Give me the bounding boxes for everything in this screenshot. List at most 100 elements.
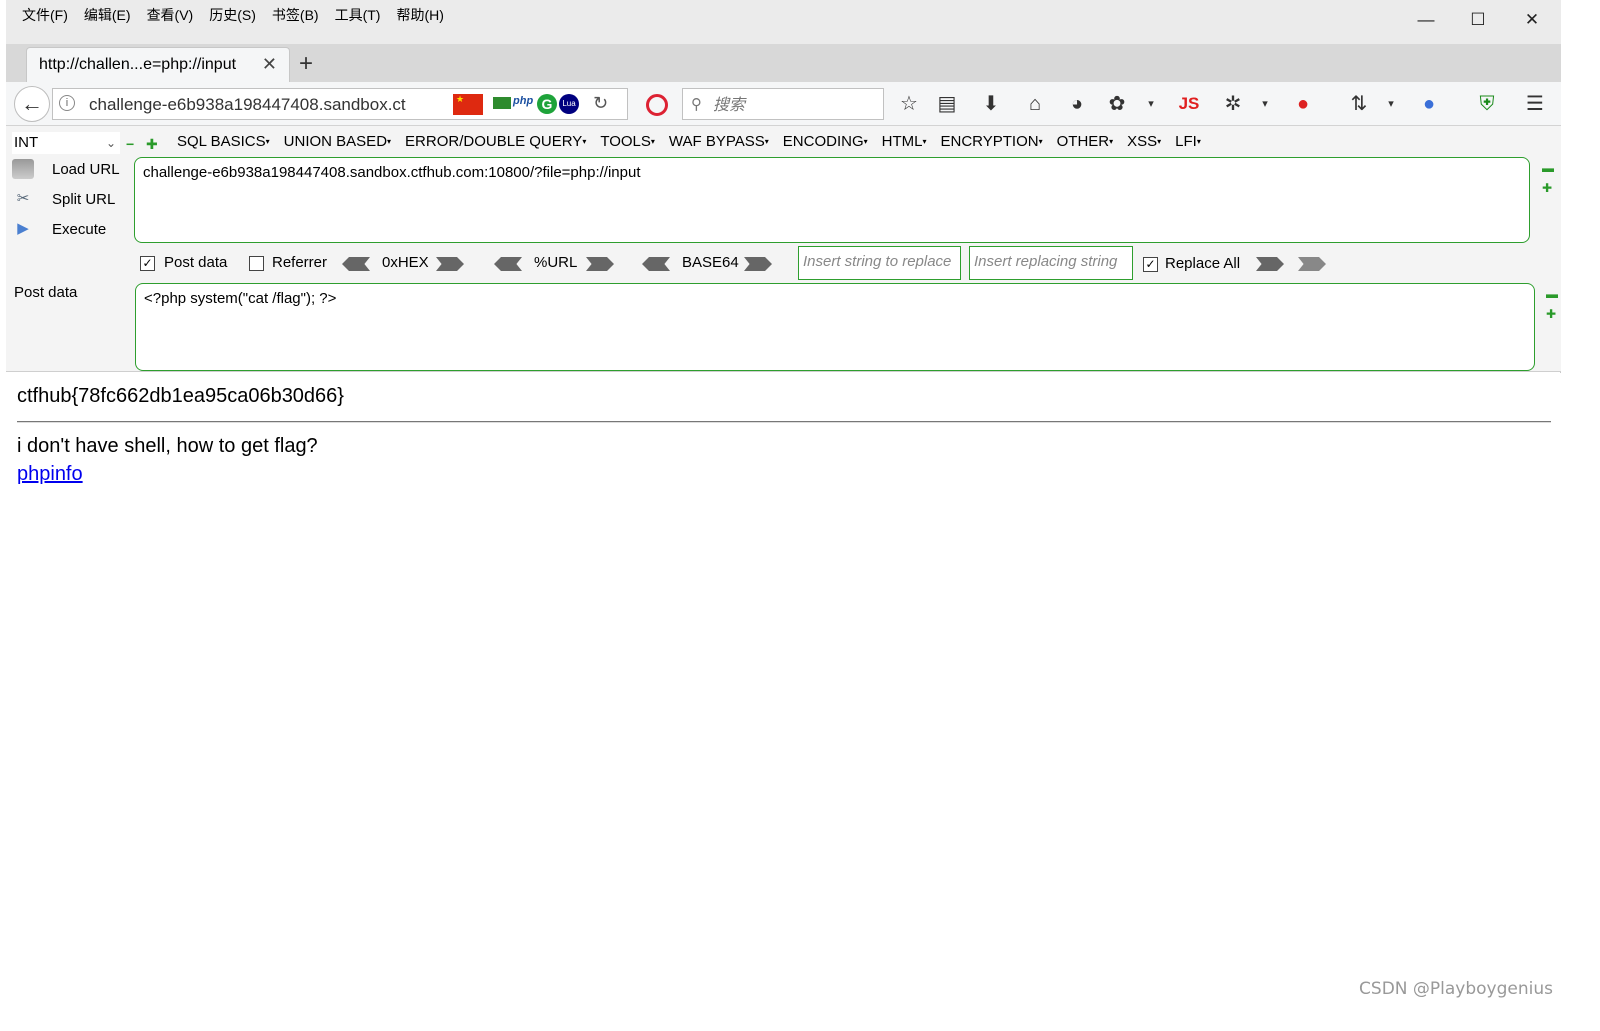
back-arrow-icon: ←	[21, 91, 43, 116]
menu-error-double-query[interactable]: ERROR/DOUBLE QUERY	[398, 132, 593, 152]
replace-all-label: Replace All	[1165, 255, 1241, 272]
dropdown-icon[interactable]: ▾	[1138, 92, 1164, 116]
watermark: CSDN @Playboygenius	[1359, 979, 1553, 999]
menu-history[interactable]: 历史(S)	[201, 6, 264, 24]
load-url-button[interactable]: Load URL	[12, 159, 120, 179]
browser-window: 文件(F) 编辑(E) 查看(V) 历史(S) 书签(B) 工具(T) 帮助(H…	[6, 0, 1561, 1007]
red-globe-icon[interactable]: ●	[1290, 92, 1316, 116]
menu-bookmarks[interactable]: 书签(B)	[264, 6, 327, 24]
home-icon[interactable]: ⌂	[1022, 92, 1048, 116]
url-text[interactable]: challenge-e6b938a198447408.sandbox.ct	[89, 95, 429, 115]
bookmark-star-icon[interactable]: ☆	[896, 92, 922, 116]
tab-close-icon[interactable]: ✕	[262, 54, 277, 75]
globe-icon[interactable]: ◕	[1064, 92, 1090, 116]
post-data-textarea[interactable]: <?php system("cat /flag"); ?>	[135, 283, 1535, 371]
php-icon: php	[513, 95, 534, 107]
reading-list-icon[interactable]: ▤	[934, 92, 960, 116]
post-plus-icon[interactable]: ✚	[1546, 304, 1556, 324]
divider	[17, 421, 1551, 423]
menu-view[interactable]: 查看(V)	[139, 6, 202, 24]
plus-icon[interactable]: ✚	[146, 136, 158, 153]
lua-icon[interactable]: Lua	[559, 94, 579, 114]
page-content: ctfhub{78fc662db1ea95ca06b30d66} i don't…	[6, 373, 1561, 1007]
menu-other[interactable]: OTHER	[1050, 132, 1121, 152]
split-url-label: Split URL	[52, 190, 116, 208]
menu-file[interactable]: 文件(F)	[14, 6, 76, 24]
dropdown-icon[interactable]: ▾	[1252, 92, 1278, 116]
replacing-string-input[interactable]: Insert replacing string	[969, 246, 1133, 280]
replace-next-arrow-icon[interactable]	[1298, 257, 1326, 271]
menu-xss[interactable]: XSS	[1120, 132, 1168, 152]
base64-encode-arrow-icon[interactable]	[744, 257, 772, 271]
post-minus-icon[interactable]: ▬	[1546, 284, 1558, 304]
china-flag-icon: ★	[453, 94, 483, 115]
menu-waf-bypass[interactable]: WAF BYPASS	[662, 132, 776, 152]
new-tab-button[interactable]: +	[294, 50, 318, 78]
url-bar[interactable]: i challenge-e6b938a198447408.sandbox.ct …	[52, 88, 628, 120]
title-bar: 文件(F) 编辑(E) 查看(V) 历史(S) 书签(B) 工具(T) 帮助(H…	[6, 0, 1561, 44]
minus-icon[interactable]: −	[126, 136, 134, 152]
base64-decode-arrow-icon[interactable]	[642, 257, 670, 271]
dropdown-icon[interactable]: ▾	[1378, 92, 1404, 116]
noscript-icon[interactable]	[646, 94, 668, 116]
replace-arrow-icon[interactable]	[1256, 257, 1284, 271]
minimize-button[interactable]: —	[1416, 9, 1436, 31]
menu-encoding[interactable]: ENCODING	[776, 132, 875, 152]
phpinfo-link[interactable]: phpinfo	[17, 463, 83, 486]
translate-icon[interactable]: ●	[1416, 92, 1442, 116]
base64-label: BASE64	[682, 254, 739, 271]
sync-icon[interactable]: ⇅	[1346, 92, 1372, 116]
menu-encryption[interactable]: ENCRYPTION	[934, 132, 1050, 152]
php-box-icon	[493, 97, 511, 109]
execute-button[interactable]: ▶ Execute	[12, 219, 106, 239]
menu-help[interactable]: 帮助(H)	[388, 6, 451, 24]
shield-icon[interactable]: ⛨	[1474, 92, 1500, 116]
tab-active[interactable]: http://challen...e=php://input ✕	[26, 47, 290, 82]
chevron-down-icon: ⌄	[105, 136, 116, 150]
menu-edit[interactable]: 编辑(E)	[76, 6, 139, 24]
g-extension-icon[interactable]: G	[537, 94, 557, 114]
info-icon[interactable]: i	[59, 95, 75, 111]
js-switch-icon[interactable]: JS	[1176, 92, 1202, 116]
load-url-label: Load URL	[52, 160, 120, 178]
referrer-label: Referrer	[272, 254, 328, 271]
hamburger-menu-icon[interactable]: ☰	[1522, 92, 1548, 116]
type-select[interactable]: INT ⌄	[12, 132, 120, 154]
hackbar-panel: INT ⌄ − ✚ SQL BASICS UNION BASED ERROR/D…	[6, 126, 1561, 372]
url-textarea[interactable]: challenge-e6b938a198447408.sandbox.ctfhu…	[134, 157, 1530, 243]
url-encode-arrow-icon[interactable]	[586, 257, 614, 271]
back-button[interactable]: ←	[14, 86, 50, 122]
url-plus-icon[interactable]: ✚	[1542, 178, 1552, 198]
search-icon: ⚲	[691, 96, 702, 113]
reload-icon[interactable]: ↻	[593, 93, 608, 114]
menu-tools-hb[interactable]: TOOLS	[593, 132, 662, 152]
hex-decode-arrow-icon[interactable]	[342, 257, 370, 271]
post-data-checkbox[interactable]: ✓	[140, 256, 155, 271]
palette-icon[interactable]: ✿	[1104, 92, 1130, 116]
url-decode-arrow-icon[interactable]	[494, 257, 522, 271]
replace-string-input[interactable]: Insert string to replace	[798, 246, 961, 280]
navigation-bar: ← i challenge-e6b938a198447408.sandbox.c…	[6, 82, 1561, 126]
menu-sql-basics[interactable]: SQL BASICS	[170, 132, 277, 152]
referrer-checkbox[interactable]	[249, 256, 264, 271]
url-minus-icon[interactable]: ▬	[1542, 158, 1554, 178]
download-icon[interactable]: ⬇	[978, 92, 1004, 116]
maximize-button[interactable]: ☐	[1468, 9, 1488, 31]
replace-all-checkbox[interactable]: ✓	[1143, 257, 1158, 272]
bug-icon[interactable]: ✲	[1220, 92, 1246, 116]
search-bar[interactable]: ⚲	[682, 88, 884, 120]
menu-union-based[interactable]: UNION BASED	[277, 132, 398, 152]
tab-bar: http://challen...e=php://input ✕ +	[6, 44, 1561, 82]
menu-html[interactable]: HTML	[875, 132, 934, 152]
hackbar-menu: SQL BASICS UNION BASED ERROR/DOUBLE QUER…	[170, 132, 1208, 152]
close-window-button[interactable]: ✕	[1522, 9, 1542, 31]
menu-lfi[interactable]: LFI	[1168, 132, 1208, 152]
menu-tools[interactable]: 工具(T)	[327, 6, 389, 24]
split-url-button[interactable]: ✂ Split URL	[12, 189, 116, 209]
post-data-label: Post data	[14, 284, 78, 301]
hex-encode-arrow-icon[interactable]	[436, 257, 464, 271]
play-icon: ▶	[17, 220, 29, 237]
search-input[interactable]	[713, 95, 873, 114]
post-data-option-label: Post data	[164, 254, 228, 271]
type-select-value: INT	[14, 134, 39, 151]
